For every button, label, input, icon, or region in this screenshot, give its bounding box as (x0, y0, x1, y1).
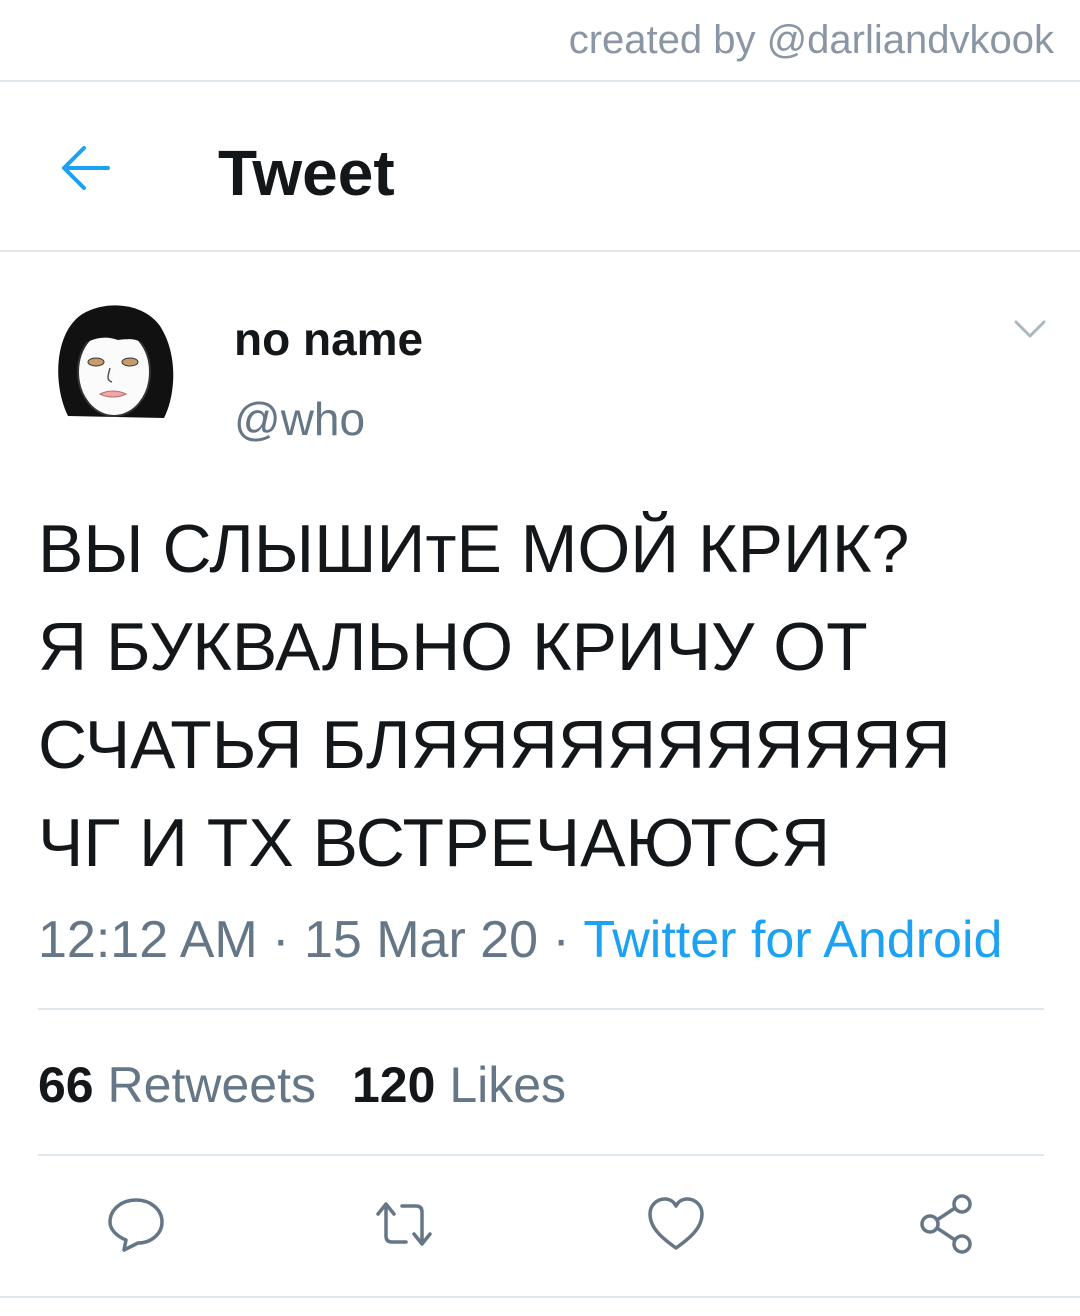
tweet-time: 12:12 AM (38, 911, 258, 969)
retweets-label: Retweets (107, 1057, 316, 1113)
likes-label: Likes (449, 1057, 567, 1113)
share-icon (920, 1194, 972, 1254)
author-name[interactable]: no name (234, 312, 423, 366)
tweet-date: 15 Mar 20 (303, 911, 539, 969)
author-handle[interactable]: @who (234, 392, 365, 446)
reply-button[interactable] (104, 1192, 168, 1256)
bottom-divider (0, 1296, 1080, 1298)
stats-divider (38, 1154, 1044, 1156)
watermark-text: created by @darliandvkook (568, 18, 1054, 62)
share-button[interactable] (914, 1192, 978, 1256)
likes-count: 120 (351, 1057, 436, 1113)
more-options-button[interactable] (1012, 312, 1048, 344)
retweet-button[interactable] (372, 1192, 436, 1256)
tweet-meta: 12:12 AM · 15 Mar 20 · Twitter for Andro… (38, 910, 1002, 970)
tweet-line: ВЫ СЛЫШИтЕ МОЙ КРИК? (38, 511, 910, 587)
header-bar: Tweet (0, 82, 1080, 250)
retweet-icon (376, 1202, 432, 1246)
arrow-left-icon (62, 146, 110, 190)
tweet-line: ЧГ И ТХ ВСТРЕЧАЮТСЯ (38, 805, 831, 881)
chevron-down-icon (1014, 320, 1046, 338)
like-button[interactable] (644, 1192, 708, 1256)
tweet-stats: 66 Retweets 120 Likes (38, 1056, 566, 1114)
page-title: Tweet (218, 137, 395, 209)
like-icon (648, 1197, 704, 1250)
header-divider (0, 250, 1080, 252)
tweet-line: Я БУКВАЛЬНО КРИЧУ ОТ (38, 609, 868, 685)
meta-divider (38, 1008, 1044, 1010)
avatar[interactable] (48, 298, 180, 430)
tweet-source-link[interactable]: Twitter for Android (583, 911, 1002, 969)
meta-separator: · (538, 911, 584, 969)
reply-icon (108, 1198, 164, 1252)
tweet-text: ВЫ СЛЫШИтЕ МОЙ КРИК? Я БУКВАЛЬНО КРИЧУ О… (38, 500, 1048, 892)
likes-stat[interactable]: 120 Likes (352, 1057, 566, 1113)
back-button[interactable] (58, 140, 114, 196)
meta-separator: · (257, 911, 304, 969)
tweet-line: СЧАТЬЯ БЛЯЯЯЯЯЯЯЯЯЯЯ (38, 707, 951, 783)
retweets-count: 66 (38, 1057, 94, 1113)
retweets-stat[interactable]: 66 Retweets (38, 1057, 316, 1113)
